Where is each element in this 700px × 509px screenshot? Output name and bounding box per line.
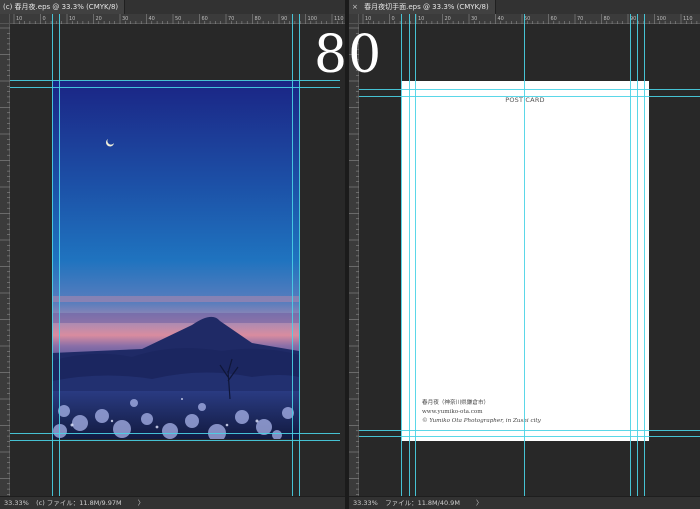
ruler-ticks: 10 0 10 20 30 40 50 60 70 80 90 100 110 — [13, 14, 344, 24]
document-tab-left[interactable]: (c) 春月夜.eps @ 33.3% (CMYK/8) — [0, 0, 126, 14]
horizontal-ruler[interactable]: 10 0 10 20 30 40 50 60 70 80 90 100 110 — [10, 14, 345, 24]
ruler-ticks — [0, 27, 10, 495]
postcard-heading: POST CARD — [505, 96, 545, 104]
guide-line[interactable] — [630, 14, 631, 496]
zoom-level[interactable]: 33.33% — [353, 497, 383, 509]
postcard-back: POST CARD 春月夜（神奈川県鎌倉市） www.yumiko-ota.co… — [401, 81, 649, 441]
status-bar: 33.33% (c) ファイル：11.8M/9.97M 〉 — [0, 496, 345, 509]
photo-artwork — [52, 81, 299, 439]
night-landscape-photo — [52, 81, 299, 439]
zoom-level[interactable]: 33.33% — [4, 497, 34, 509]
ruler-label: 0 — [392, 16, 395, 22]
ruler-label: 100 — [308, 16, 318, 22]
guide-line[interactable] — [10, 433, 340, 434]
guide-line[interactable] — [359, 96, 700, 97]
guide-line[interactable] — [644, 14, 645, 496]
ruler-label: 110 — [334, 16, 344, 22]
ruler-label: 110 — [683, 16, 693, 22]
guide-line[interactable] — [359, 430, 700, 431]
ruler-ticks: 10 0 10 20 30 40 50 60 70 80 90 100 110 — [362, 14, 698, 24]
document-tab-title: (c) 春月夜.eps @ 33.3% (CMYK/8) — [3, 3, 119, 11]
ruler-label: 100 — [657, 16, 667, 22]
guide-line[interactable] — [637, 14, 638, 496]
file-size-info: (c) ファイル：11.8M/9.97M — [36, 499, 122, 507]
ruler-corner — [0, 14, 10, 24]
file-size-info: ファイル：11.8M/40.9M — [385, 499, 460, 507]
close-tab-icon[interactable]: × — [352, 3, 358, 11]
ruler-corner — [349, 14, 359, 24]
status-menu-arrow-icon[interactable]: 〉 — [476, 499, 483, 507]
ruler-label: 0 — [43, 16, 46, 22]
guide-line[interactable] — [524, 14, 525, 496]
document-window-left: (c) 春月夜.eps @ 33.3% (CMYK/8) 10 0 10 20 30 40… — [0, 0, 345, 509]
guide-line[interactable] — [415, 14, 416, 496]
document-tab-right[interactable]: × 春月夜切手面.eps @ 33.3% (CMYK/8) — [349, 0, 496, 14]
guide-line[interactable] — [409, 14, 410, 496]
horizontal-ruler[interactable]: 10 0 10 20 30 40 50 60 70 80 90 100 110 — [359, 14, 700, 24]
guide-line[interactable] — [401, 14, 402, 496]
guide-line[interactable] — [10, 87, 340, 88]
document-tab-title: 春月夜切手面.eps @ 33.3% (CMYK/8) — [364, 3, 489, 11]
ruler-ticks — [349, 27, 359, 495]
guide-line[interactable] — [10, 440, 340, 441]
status-menu-arrow-icon[interactable]: 〉 — [138, 499, 145, 507]
vertical-ruler[interactable] — [349, 24, 359, 496]
guide-line[interactable] — [359, 89, 700, 90]
status-bar: 33.33% ファイル：11.8M/40.9M 〉 — [349, 496, 700, 509]
guide-line[interactable] — [10, 80, 340, 81]
page-number: 80 — [314, 25, 383, 85]
guide-line[interactable] — [359, 436, 700, 437]
vertical-ruler[interactable] — [0, 24, 10, 496]
document-window-right: × 春月夜切手面.eps @ 33.3% (CMYK/8) 10 0 10 20 30 4… — [349, 0, 700, 509]
